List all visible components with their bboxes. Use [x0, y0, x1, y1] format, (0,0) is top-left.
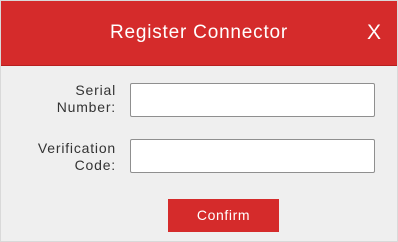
dialog-title: Register Connector — [109, 22, 289, 43]
verification-code-label: Verification Code: — [25, 140, 116, 174]
verification-code-input[interactable] — [130, 139, 375, 173]
confirm-button[interactable]: Confirm — [168, 199, 279, 232]
serial-number-input[interactable] — [130, 83, 375, 117]
close-icon[interactable]: X — [361, 18, 387, 48]
serial-number-label-line2: Number: — [56, 99, 116, 115]
verification-code-label-line2: Code: — [74, 157, 116, 173]
dialog-title-bar: Register Connector X — [1, 1, 397, 66]
register-connector-dialog: Register Connector X Serial Number: Veri… — [0, 0, 398, 242]
verification-code-label-line1: Verification — [37, 140, 116, 156]
serial-number-label: Serial Number: — [31, 82, 116, 116]
serial-number-label-line1: Serial — [75, 82, 116, 98]
